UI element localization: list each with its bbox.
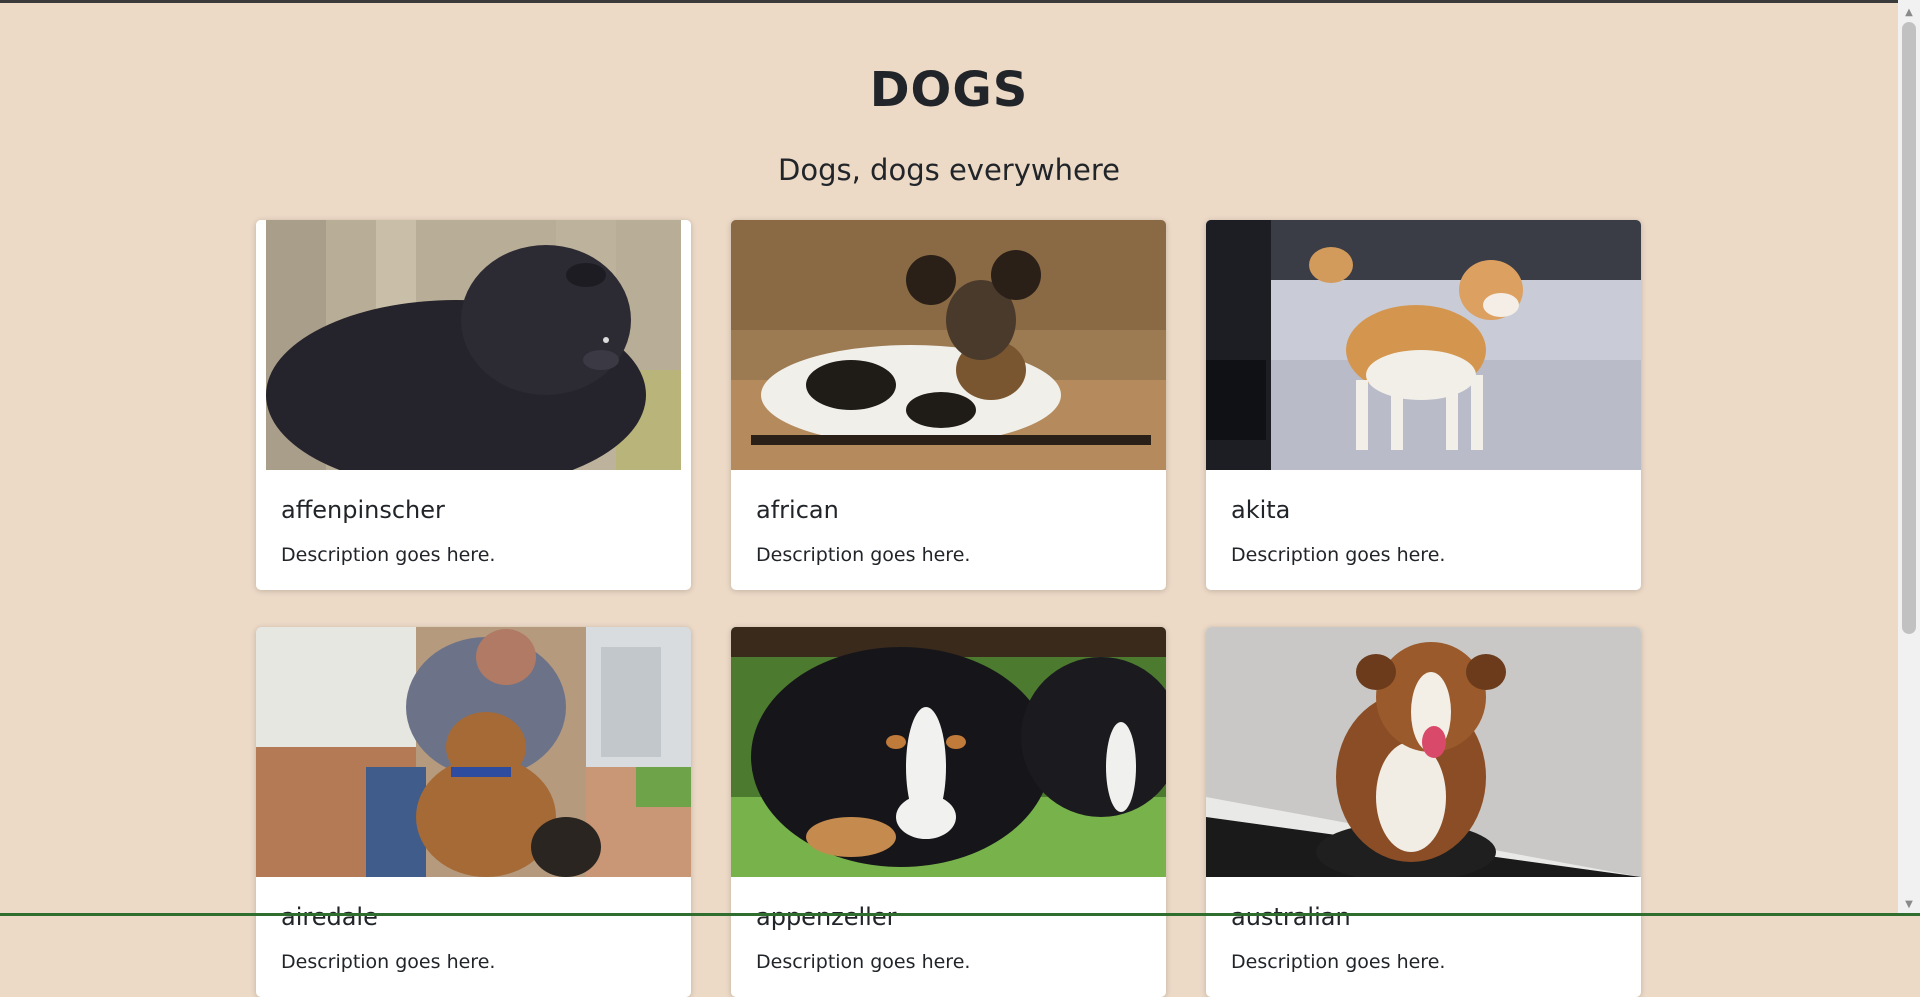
- card-body: australian Description goes here.: [1206, 877, 1641, 997]
- card-text: Description goes here.: [756, 951, 971, 973]
- dog-card[interactable]: appenzeller Description goes here.: [731, 627, 1166, 997]
- card-image: [731, 627, 1166, 877]
- card-image: [731, 220, 1166, 470]
- card-body: appenzeller Description goes here.: [731, 877, 1166, 997]
- card-text: Description goes here.: [281, 951, 496, 973]
- card-image: [1206, 220, 1641, 470]
- scroll-up-arrow-icon[interactable]: ▲: [1898, 2, 1920, 22]
- card-text: Description goes here.: [756, 544, 971, 566]
- card-body: african Description goes here.: [731, 470, 1166, 590]
- card-title: african: [756, 496, 839, 524]
- card-text: Description goes here.: [1231, 544, 1446, 566]
- akita-photo: [1206, 220, 1641, 470]
- card-title: australian: [1231, 903, 1351, 931]
- card-body: akita Description goes here.: [1206, 470, 1641, 590]
- card-title: akita: [1231, 496, 1291, 524]
- vertical-scrollbar[interactable]: ▲ ▼: [1898, 0, 1920, 916]
- card-title: affenpinscher: [281, 496, 445, 524]
- airedale-photo: [256, 627, 691, 877]
- scroll-down-arrow-icon[interactable]: ▼: [1898, 894, 1920, 914]
- dog-card[interactable]: african Description goes here.: [731, 220, 1166, 590]
- australian-shepherd-photo: [1206, 627, 1641, 877]
- card-text: Description goes here.: [1231, 951, 1446, 973]
- card-title: appenzeller: [756, 903, 897, 931]
- dog-card[interactable]: airedale Description goes here.: [256, 627, 691, 997]
- card-image: [256, 627, 691, 877]
- appenzeller-photo: [731, 627, 1166, 877]
- african-wild-dog-photo: [731, 220, 1166, 470]
- dog-card[interactable]: akita Description goes here.: [1206, 220, 1641, 590]
- scrollbar-thumb[interactable]: [1902, 22, 1916, 634]
- page-subtitle: Dogs, dogs everywhere: [778, 153, 1120, 187]
- page-title: DOGS: [869, 62, 1029, 118]
- page: DOGS Dogs, dogs everywhere affenpinscher…: [0, 0, 1898, 997]
- dog-card[interactable]: affenpinscher Description goes here.: [256, 220, 691, 590]
- dog-card[interactable]: australian Description goes here.: [1206, 627, 1641, 997]
- card-image: [256, 220, 691, 470]
- card-text: Description goes here.: [281, 544, 496, 566]
- card-body: airedale Description goes here.: [256, 877, 691, 997]
- affenpinscher-photo: [256, 220, 691, 470]
- card-image: [1206, 627, 1641, 877]
- card-title: airedale: [281, 903, 378, 931]
- card-body: affenpinscher Description goes here.: [256, 470, 691, 590]
